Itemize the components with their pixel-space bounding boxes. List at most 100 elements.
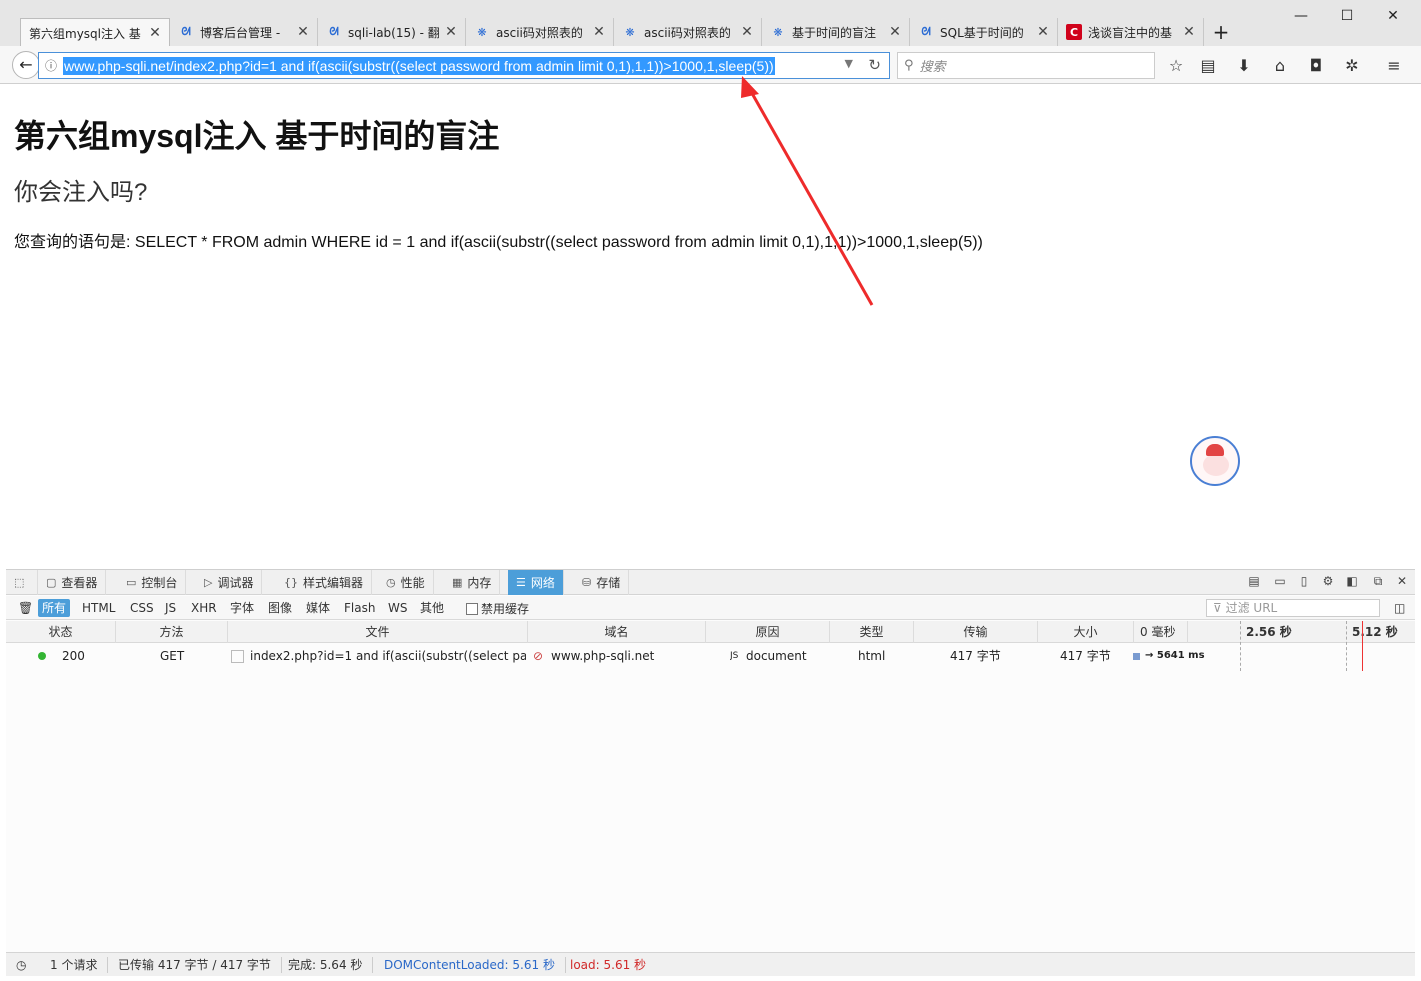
- status-finish: 完成: 5.64 秒: [288, 957, 374, 973]
- close-icon[interactable]: ✕: [887, 24, 903, 40]
- console-icon: ▭: [126, 576, 137, 589]
- close-icon[interactable]: ✕: [295, 24, 311, 40]
- filter-fonts[interactable]: 字体: [226, 599, 258, 617]
- col-type[interactable]: 类型: [830, 621, 914, 643]
- search-input[interactable]: ⚲ 搜索: [897, 52, 1155, 79]
- sidebar-toggle-icon[interactable]: ◫: [1390, 599, 1409, 617]
- page-heading: 第六组mysql注入 基于时间的盲注: [14, 118, 500, 154]
- dock-side-icon[interactable]: ◧: [1344, 574, 1360, 590]
- filter-media[interactable]: 媒体: [302, 599, 334, 617]
- file-thumbnail-icon: [231, 645, 245, 667]
- tab-style-editor[interactable]: {} 样式编辑器: [276, 570, 373, 595]
- undock-icon[interactable]: ⧉: [1370, 574, 1386, 590]
- url-bar[interactable]: ⓘ www.php-sqli.net/index2.php?id=1 and i…: [38, 52, 890, 79]
- tab-storage[interactable]: ⛁ 存储: [574, 570, 630, 595]
- tab-performance[interactable]: ◷ 性能: [378, 570, 434, 595]
- filter-bar: 🗑 所有 HTML CSS JS XHR 字体 图像 媒体 Flash WS 其…: [6, 596, 1415, 620]
- url-filter-input[interactable]: ⊽ 过滤 URL: [1206, 599, 1380, 617]
- window-close-icon[interactable]: ✕: [1370, 2, 1416, 30]
- performance-analysis-icon[interactable]: ◷: [16, 957, 36, 973]
- cell-timing: → 5641 ms: [1145, 650, 1205, 661]
- filter-ws[interactable]: WS: [384, 599, 411, 617]
- devtools-close-icon[interactable]: ✕: [1394, 574, 1410, 590]
- tab-strip: 第六组mysql注入 基 ✕ ᘛ 博客后台管理 - ✕ ᘛ sqli-lab(1…: [0, 0, 1421, 47]
- minimize-icon[interactable]: —: [1278, 2, 1324, 30]
- cell-method: GET: [160, 649, 185, 663]
- home-icon[interactable]: ⌂: [1270, 56, 1290, 76]
- close-icon[interactable]: ✕: [147, 25, 163, 41]
- col-size[interactable]: 大小: [1038, 621, 1134, 643]
- filter-images[interactable]: 图像: [264, 599, 296, 617]
- tab-2[interactable]: ᘛ 博客后台管理 - ✕: [170, 18, 318, 46]
- cell-type: html: [858, 649, 886, 663]
- col-domain[interactable]: 域名: [528, 621, 706, 643]
- tab-title: sqli-lab(15) - 翻: [348, 25, 439, 40]
- download-icon[interactable]: ⬇: [1234, 56, 1254, 76]
- close-icon[interactable]: ✕: [591, 24, 607, 40]
- paw-icon: ᘛ: [921, 25, 931, 38]
- dropdown-arrow-icon[interactable]: ▼: [845, 57, 853, 70]
- devtools-toolbar: ⬚ ▢ 查看器 ▭ 控制台 ▷ 调试器 {} 样式编辑器 ◷ 性能 ▦ 内存 ☰ 网络 ⛁ 存储…: [6, 570, 1415, 595]
- mascot-avatar-icon[interactable]: [1190, 436, 1240, 486]
- filter-html[interactable]: HTML: [78, 599, 119, 617]
- tab-memory[interactable]: ▦ 内存: [444, 570, 501, 595]
- tab-label: 样式编辑器: [303, 576, 364, 590]
- url-text[interactable]: www.php-sqli.net/index2.php?id=1 and if(…: [63, 56, 775, 75]
- santa-hat: [1206, 444, 1224, 456]
- tab-network[interactable]: ☰ 网络: [508, 570, 564, 595]
- close-icon[interactable]: ✕: [443, 24, 459, 40]
- tab-7[interactable]: ᘛ SQL基于时间的 ✕: [910, 18, 1058, 46]
- new-tab-plus-icon[interactable]: +: [1208, 20, 1234, 44]
- close-icon[interactable]: ✕: [1035, 24, 1051, 40]
- filter-all[interactable]: 所有: [38, 599, 71, 617]
- reading-list-icon[interactable]: ▤: [1198, 56, 1218, 76]
- info-icon[interactable]: ⓘ: [39, 57, 63, 74]
- checkbox-box[interactable]: [466, 602, 478, 615]
- bookmark-star-icon[interactable]: ☆: [1166, 56, 1186, 76]
- debugger-icon: ▷: [204, 576, 213, 589]
- filter-other[interactable]: 其他: [416, 599, 448, 617]
- tab-console[interactable]: ▭ 控制台: [118, 570, 187, 595]
- menu-icon[interactable]: ≡: [1384, 56, 1404, 76]
- tab-5[interactable]: ❋ ascii码对照表的 ✕: [614, 18, 762, 46]
- tab-3[interactable]: ᘛ sqli-lab(15) - 翻 ✕: [318, 18, 466, 46]
- col-file[interactable]: 文件: [228, 621, 528, 643]
- network-icon: ☰: [516, 576, 526, 589]
- tab-debugger[interactable]: ▷ 调试器: [196, 570, 263, 595]
- close-icon[interactable]: ✕: [739, 24, 755, 40]
- tab-4[interactable]: ❋ ascii码对照表的 ✕: [466, 18, 614, 46]
- col-status[interactable]: 状态: [6, 621, 116, 643]
- storage-icon: ⛁: [582, 576, 592, 589]
- tab-inspector[interactable]: ▢ 查看器: [38, 570, 107, 595]
- col-transferred[interactable]: 传输: [914, 621, 1038, 643]
- close-icon[interactable]: ✕: [1181, 24, 1197, 40]
- filter-js[interactable]: JS: [161, 599, 180, 617]
- maximize-icon[interactable]: ☐: [1324, 2, 1370, 30]
- col-method[interactable]: 方法: [116, 621, 228, 643]
- settings-gear-icon[interactable]: ⚙: [1320, 574, 1336, 590]
- reload-icon[interactable]: ↻: [868, 56, 881, 74]
- col-cause[interactable]: 原因: [706, 621, 830, 643]
- filter-css[interactable]: CSS: [126, 599, 158, 617]
- back-arrow-icon[interactable]: ←: [12, 51, 40, 79]
- trash-icon[interactable]: 🗑: [14, 599, 37, 617]
- responsive-mode-icon[interactable]: ▯: [1296, 574, 1312, 590]
- extension-icon[interactable]: ✲: [1342, 56, 1362, 76]
- tab-1[interactable]: 第六组mysql注入 基 ✕: [20, 18, 170, 47]
- tab-title: ascii码对照表的: [496, 25, 583, 40]
- tab-title: 浅谈盲注中的基: [1088, 25, 1173, 40]
- cell-file: index2.php?id=1 and if(ascii(substr((sel…: [250, 649, 526, 663]
- filter-xhr[interactable]: XHR: [187, 599, 221, 617]
- table-row[interactable]: 200 GET index2.php?id=1 and if(ascii(sub…: [6, 645, 1415, 667]
- tab-label: 查看器: [61, 576, 98, 590]
- pocket-icon[interactable]: ◘: [1306, 56, 1326, 76]
- filter-flash[interactable]: Flash: [340, 599, 379, 617]
- disable-cache-checkbox[interactable]: 禁用缓存: [466, 600, 529, 617]
- tab-6[interactable]: ❋ 基于时间的盲注 ✕: [762, 18, 910, 46]
- layout-toggle-icon[interactable]: ▤: [1246, 574, 1262, 590]
- tab-8[interactable]: C 浅谈盲注中的基 ✕: [1058, 18, 1204, 46]
- element-picker-icon[interactable]: ⬚: [6, 570, 38, 595]
- mascot-face: [1203, 454, 1229, 476]
- split-console-icon[interactable]: ▭: [1272, 574, 1288, 590]
- tab-label: 网络: [530, 576, 555, 590]
